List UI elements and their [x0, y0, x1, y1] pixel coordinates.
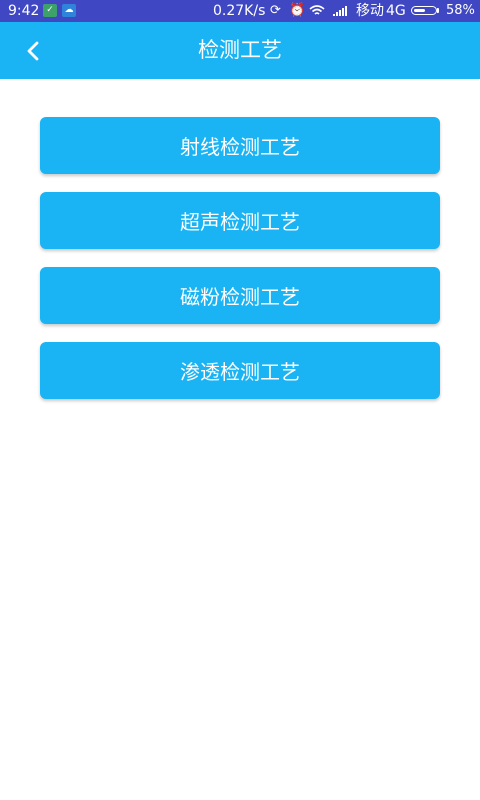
- battery-icon: [411, 6, 437, 15]
- status-battery-percent: 58%: [446, 3, 475, 18]
- cloud-icon: ☁: [62, 4, 76, 17]
- page-title: 检测工艺: [198, 38, 282, 62]
- status-net-speed: 0.27K/s: [213, 3, 266, 19]
- ultrasonic-testing-button[interactable]: 超声检测工艺: [40, 192, 440, 249]
- penetrant-testing-button[interactable]: 渗透检测工艺: [40, 342, 440, 399]
- wifi-icon: [309, 0, 325, 22]
- sync-icon: ⟳: [270, 3, 281, 18]
- status-bar: 9:42 ✓ ☁ 0.27K/s ⟳ ⏰ 移动 4G 58%: [0, 0, 480, 22]
- battery-level: [414, 8, 425, 12]
- signal-icon: [333, 6, 349, 16]
- inspection-process-menu: 射线检测工艺 超声检测工艺 磁粉检测工艺 渗透检测工艺: [40, 117, 440, 417]
- status-network-type: 4G: [386, 3, 406, 19]
- app-toolbar: 检测工艺: [0, 22, 480, 79]
- battery-tip: [437, 8, 439, 13]
- alarm-icon: ⏰: [289, 3, 306, 18]
- radiographic-testing-button[interactable]: 射线检测工艺: [40, 117, 440, 174]
- status-carrier: 移动: [356, 3, 384, 19]
- back-button[interactable]: [14, 28, 54, 72]
- shield-icon: ✓: [43, 4, 57, 17]
- status-time: 9:42: [8, 3, 40, 19]
- magnetic-particle-testing-button[interactable]: 磁粉检测工艺: [40, 267, 440, 324]
- chevron-left-icon: [27, 41, 39, 61]
